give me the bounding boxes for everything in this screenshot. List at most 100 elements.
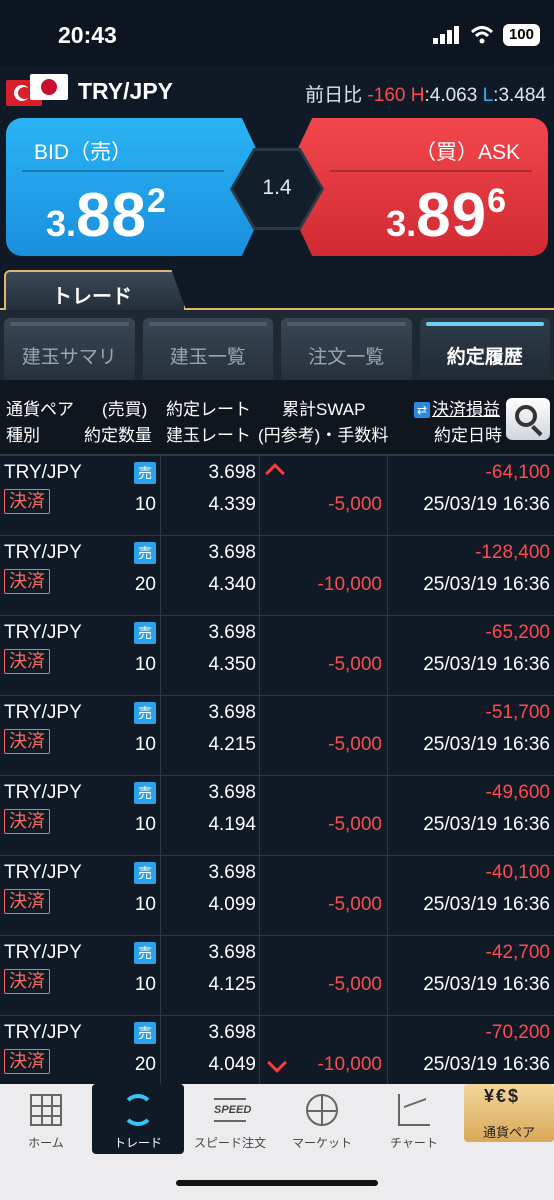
row-side-badge: 売 — [134, 462, 156, 484]
row-datetime: 25/03/19 16:36 — [423, 894, 550, 915]
pair-name[interactable]: TRY/JPY — [78, 78, 173, 105]
signal-icon — [432, 26, 459, 44]
col-open-rate: 建玉レート — [166, 426, 251, 445]
col-datetime: 約定日時 — [434, 426, 502, 445]
tab-order-list[interactable]: 注文一覧 — [281, 318, 412, 380]
row-open-rate: 4.340 — [208, 574, 256, 595]
execution-list: TRY/JPY 売 決済 10 3.698 4.339 -5,000 -64,1… — [0, 456, 554, 1084]
row-kind-badge: 決済 — [4, 649, 50, 674]
row-side-badge: 売 — [134, 942, 156, 964]
currency-icon: ¥€$ — [484, 1086, 521, 1106]
tab-position-list[interactable]: 建玉一覧 — [142, 318, 273, 380]
row-open-rate: 4.099 — [208, 894, 256, 915]
row-pair: TRY/JPY — [4, 542, 82, 563]
search-button[interactable] — [506, 398, 550, 440]
nav-speed-order[interactable]: SPEED スピード注文 — [184, 1084, 276, 1154]
col-fee: (円参考)・手数料 — [258, 426, 389, 445]
tab-execution-history[interactable]: 約定履歴 — [419, 318, 550, 380]
row-pnl: -70,200 — [485, 1022, 550, 1043]
quote-panel: BID（売） 3.882 （買）ASK 3.896 1.4 — [0, 114, 554, 266]
pair-stats: 前日比 -160 H:4.063 L:3.484 — [305, 85, 546, 106]
grid-icon — [30, 1094, 62, 1126]
clock: 20:43 — [58, 22, 117, 48]
row-pnl: -64,100 — [485, 462, 550, 483]
row-qty: 10 — [134, 974, 156, 995]
row-rate: 3.698 — [208, 942, 256, 963]
pair-header: TRY/JPY 前日比 -160 H:4.063 L:3.484 — [0, 66, 554, 114]
high-value: 4.063 — [429, 85, 478, 106]
row-fee: -5,000 — [328, 654, 382, 675]
col-rate: 約定レート — [166, 400, 251, 419]
row-fee: -5,000 — [328, 734, 382, 755]
cycle-icon — [122, 1094, 154, 1126]
nav-currency-pair[interactable]: ¥€$ 通貨ペア — [464, 1084, 554, 1142]
row-open-rate: 4.339 — [208, 494, 256, 515]
table-row[interactable]: TRY/JPY 売 決済 20 3.698 4.340 -10,000 -128… — [0, 536, 554, 616]
col-pnl[interactable]: ⇄ 決済損益 — [414, 395, 500, 420]
home-indicator[interactable] — [176, 1180, 378, 1186]
row-datetime: 25/03/19 16:36 — [423, 1054, 550, 1075]
table-row[interactable]: TRY/JPY 売 決済 10 3.698 4.125 -5,000 -42,7… — [0, 936, 554, 1016]
globe-icon — [306, 1094, 338, 1126]
search-icon — [515, 405, 537, 427]
sort-toggle-icon[interactable]: ⇄ — [414, 402, 430, 418]
ask-label: （買）ASK — [414, 141, 520, 164]
col-side: (売買) — [102, 400, 148, 419]
row-fee: -5,000 — [328, 894, 382, 915]
table-header: 通貨ペア (売買) 約定レート 累計SWAP ⇄ 決済損益 種別 約定数量 建玉レ… — [0, 380, 554, 456]
row-rate: 3.698 — [208, 1022, 256, 1043]
row-qty: 20 — [134, 1054, 156, 1075]
row-rate: 3.698 — [208, 542, 256, 563]
tab-position-summary[interactable]: 建玉サマリ — [4, 318, 135, 380]
row-pair: TRY/JPY — [4, 462, 82, 483]
row-fee: -5,000 — [328, 814, 382, 835]
row-qty: 10 — [134, 734, 156, 755]
row-qty: 10 — [134, 494, 156, 515]
nav-market[interactable]: マーケット — [276, 1084, 368, 1154]
ask-price: 3.896 — [386, 181, 506, 250]
high-label: H — [410, 85, 425, 106]
row-rate: 3.698 — [208, 862, 256, 883]
row-pair: TRY/JPY — [4, 782, 82, 803]
row-datetime: 25/03/19 16:36 — [423, 974, 550, 995]
change-label: 前日比 — [305, 85, 363, 106]
battery-icon: 100 — [502, 24, 540, 46]
table-row[interactable]: TRY/JPY 売 決済 10 3.698 4.194 -5,000 -49,6… — [0, 776, 554, 856]
row-qty: 20 — [134, 574, 156, 595]
row-datetime: 25/03/19 16:36 — [423, 574, 550, 595]
row-kind-badge: 決済 — [4, 969, 50, 994]
col-pair: 通貨ペア — [6, 400, 74, 419]
low-label: L — [482, 85, 494, 106]
table-row[interactable]: TRY/JPY 売 決済 20 3.698 4.049 -10,000 -70,… — [0, 1016, 554, 1084]
row-pnl: -51,700 — [485, 702, 550, 723]
row-side-badge: 売 — [134, 542, 156, 564]
row-side-badge: 売 — [134, 1022, 156, 1044]
row-rate: 3.698 — [208, 462, 256, 483]
nav-home[interactable]: ホーム — [0, 1084, 92, 1154]
section-tab-bar: トレード — [0, 268, 554, 310]
row-pair: TRY/JPY — [4, 702, 82, 723]
row-qty: 10 — [134, 654, 156, 675]
table-row[interactable]: TRY/JPY 売 決済 10 3.698 4.099 -5,000 -40,1… — [0, 856, 554, 936]
row-pnl: -128,400 — [474, 542, 550, 563]
table-row[interactable]: TRY/JPY 売 決済 10 3.698 4.350 -5,000 -65,2… — [0, 616, 554, 696]
nav-trade[interactable]: トレード — [92, 1084, 184, 1154]
wifi-icon — [470, 26, 493, 44]
row-rate: 3.698 — [208, 702, 256, 723]
row-datetime: 25/03/19 16:36 — [423, 654, 550, 675]
row-kind-badge: 決済 — [4, 729, 50, 754]
row-open-rate: 4.215 — [208, 734, 256, 755]
row-pnl: -65,200 — [485, 622, 550, 643]
row-pnl: -42,700 — [485, 942, 550, 963]
low-value: 3.484 — [498, 85, 546, 106]
row-open-rate: 4.125 — [208, 974, 256, 995]
col-kind: 種別 — [6, 426, 40, 445]
row-pair: TRY/JPY — [4, 942, 82, 963]
col-swap: 累計SWAP — [282, 400, 366, 419]
trade-tab[interactable]: トレード — [4, 270, 186, 310]
table-row[interactable]: TRY/JPY 売 決済 10 3.698 4.215 -5,000 -51,7… — [0, 696, 554, 776]
row-open-rate: 4.194 — [208, 814, 256, 835]
nav-chart[interactable]: チャート — [368, 1084, 460, 1154]
bid-label: BID（売） — [34, 141, 133, 164]
row-datetime: 25/03/19 16:36 — [423, 814, 550, 835]
